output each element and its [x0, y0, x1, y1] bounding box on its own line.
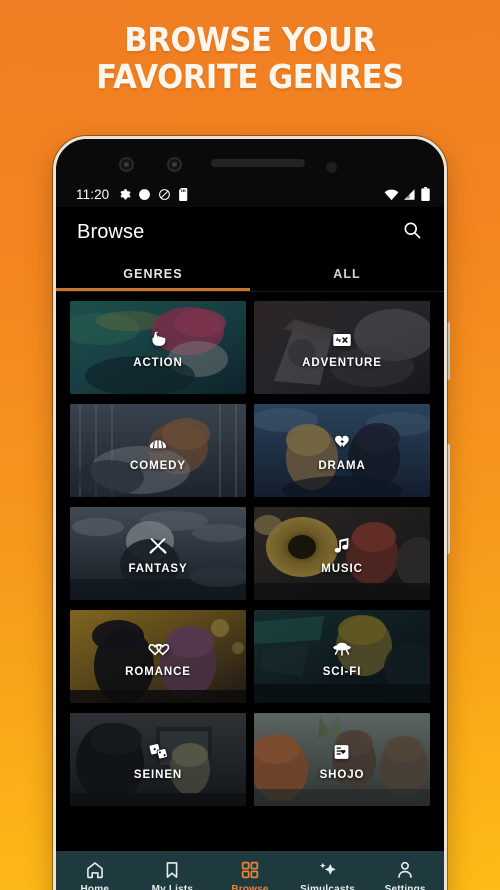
nav-item-settings[interactable]: Settings: [366, 860, 444, 890]
genre-label: ACTION: [133, 356, 183, 369]
genre-label: SEINEN: [133, 768, 183, 781]
genre-tile-adventure[interactable]: ADVENTURE: [254, 301, 430, 394]
tab-genres[interactable]: GENRES: [56, 257, 250, 291]
tile-content: SHOJO: [254, 713, 430, 806]
genre-tile-shojo[interactable]: SHOJO: [254, 713, 430, 806]
search-icon: [402, 220, 422, 245]
camera-lens-secondary-icon: [167, 157, 182, 172]
signal-icon: [403, 188, 417, 201]
genre-tile-music[interactable]: MUSIC: [254, 507, 430, 600]
genre-label: SHOJO: [319, 768, 365, 781]
genre-tile-seinen[interactable]: SEINEN: [70, 713, 246, 806]
page-title: Browse: [77, 220, 145, 243]
nav-item-label: Settings: [384, 883, 426, 890]
promo-headline-line2: FAVORITE GENRES: [96, 56, 404, 96]
earpiece-speaker: [211, 159, 305, 167]
promo-headline-line1: BROWSE YOUR: [124, 20, 376, 59]
genre-label: FANTASY: [128, 562, 188, 575]
tile-content: MUSIC: [254, 507, 430, 600]
music-note-icon: [329, 533, 355, 559]
nav-item-label: Simulcasts: [300, 883, 355, 890]
gear-icon: [118, 188, 131, 201]
nav-item-label: Browse: [231, 883, 269, 890]
tile-content: ROMANCE: [70, 610, 246, 703]
nav-item-browse[interactable]: Browse: [211, 860, 289, 890]
promo-screenshot: BROWSE YOUR FAVORITE GENRES 11:20 Browse…: [0, 0, 500, 890]
nav-item-label: My Lists: [151, 883, 194, 890]
genre-label: DRAMA: [318, 459, 366, 472]
sparkle-icon: [317, 860, 338, 881]
genre-label: COMEDY: [130, 459, 186, 472]
bookmark-icon: [162, 860, 183, 881]
genre-tile-romance[interactable]: ROMANCE: [70, 610, 246, 703]
status-bar-clock: 11:20: [76, 186, 110, 202]
camera-lens-icon: [119, 157, 134, 172]
dice-icon: [145, 739, 171, 765]
nav-item-label: Home: [80, 883, 110, 890]
tab-all[interactable]: ALL: [250, 257, 444, 291]
search-button[interactable]: [398, 218, 426, 246]
tile-content: COMEDY: [70, 404, 246, 497]
nav-item-my-lists[interactable]: My Lists: [134, 860, 212, 890]
genre-tile-drama[interactable]: DRAMA: [254, 404, 430, 497]
sd-card-icon: [178, 187, 190, 201]
genre-grid: ACTION ADVENTURE COMEDY DRAMA FANTASY MU…: [70, 301, 430, 806]
wifi-icon: [384, 188, 399, 201]
moon-icon: [138, 188, 151, 201]
nav-item-home[interactable]: Home: [56, 860, 134, 890]
person-icon: [395, 860, 416, 881]
status-bar: 11:20: [56, 181, 444, 207]
tile-content: FANTASY: [70, 507, 246, 600]
phone-top-hardware: [56, 139, 444, 181]
tile-content: SEINEN: [70, 713, 246, 806]
promo-headline: BROWSE YOUR FAVORITE GENRES: [18, 20, 483, 96]
proximity-sensor-icon: [326, 162, 337, 173]
hearts-icon: [145, 636, 171, 662]
genre-label: ADVENTURE: [302, 356, 382, 369]
fist-icon: [145, 327, 171, 353]
fan-icon: [145, 430, 171, 456]
app-bar: Browse: [56, 207, 444, 257]
ufo-icon: [329, 636, 355, 662]
status-bar-left-icons: [118, 187, 190, 201]
status-bar-right-icons: [384, 187, 430, 201]
battery-icon: [421, 187, 430, 201]
genre-tile-action[interactable]: ACTION: [70, 301, 246, 394]
genre-label: MUSIC: [321, 562, 363, 575]
genre-tile-scifi[interactable]: SCI-FI: [254, 610, 430, 703]
map-icon: [329, 327, 355, 353]
swords-icon: [145, 533, 171, 559]
genre-tile-fantasy[interactable]: FANTASY: [70, 507, 246, 600]
book-heart-icon: [329, 739, 355, 765]
tile-content: SCI-FI: [254, 610, 430, 703]
tab-genres-label: GENRES: [123, 267, 183, 281]
tile-content: DRAMA: [254, 404, 430, 497]
browse-tabs: GENRES ALL: [56, 257, 444, 292]
genre-tile-comedy[interactable]: COMEDY: [70, 404, 246, 497]
nav-item-simulcasts[interactable]: Simulcasts: [289, 860, 367, 890]
broken-heart-icon: [329, 430, 355, 456]
genre-label: SCI-FI: [322, 665, 362, 678]
tile-content: ADVENTURE: [254, 301, 430, 394]
phone-device: 11:20 Browse GENRES ALL ACTION ADVENTURE…: [53, 136, 447, 890]
mute-icon: [158, 188, 171, 201]
genre-grid-scroll[interactable]: ACTION ADVENTURE COMEDY DRAMA FANTASY MU…: [56, 292, 444, 857]
bottom-navigation: Home My Lists Browse Simulcasts Settings: [56, 851, 444, 890]
tile-content: ACTION: [70, 301, 246, 394]
home-icon: [84, 860, 105, 881]
genre-label: ROMANCE: [125, 665, 191, 678]
tab-all-label: ALL: [333, 267, 361, 281]
grid-icon: [239, 860, 260, 881]
